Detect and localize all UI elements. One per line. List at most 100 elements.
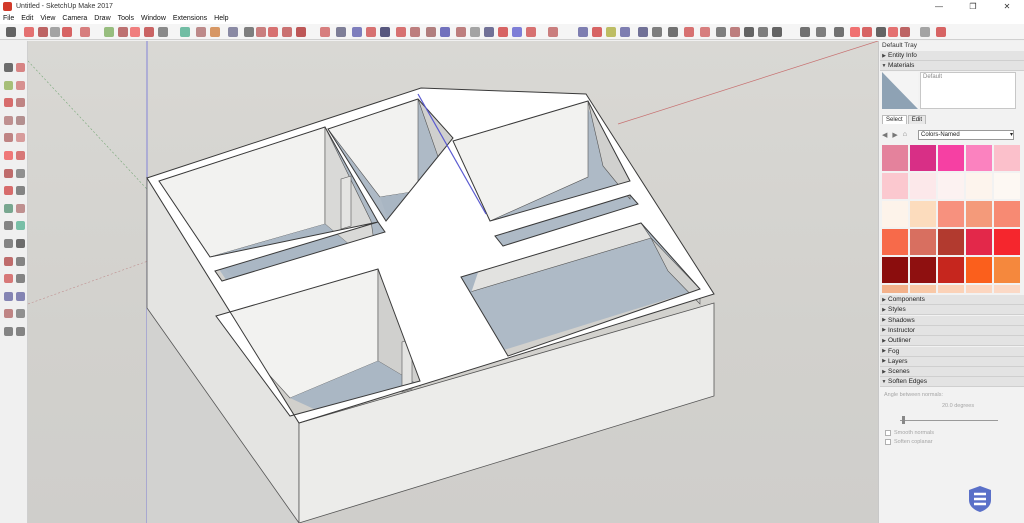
color-swatch[interactable]: [910, 173, 936, 199]
tool-icon[interactable]: [4, 327, 13, 336]
toolbar-tool-icon[interactable]: [800, 27, 810, 37]
tool-icon[interactable]: [4, 186, 13, 196]
color-swatch[interactable]: [966, 257, 992, 283]
toolbar-tool-icon[interactable]: [118, 27, 128, 37]
color-swatch[interactable]: [966, 285, 992, 293]
menu-edit[interactable]: Edit: [21, 15, 33, 22]
toolbar-tool-icon[interactable]: [684, 27, 694, 37]
panel-components[interactable]: ▶ Components: [880, 295, 1024, 305]
tool-icon[interactable]: [16, 203, 25, 213]
toolbar-tool-icon[interactable]: [834, 27, 844, 37]
tool-icon[interactable]: [16, 186, 25, 196]
tool-icon[interactable]: [16, 327, 25, 336]
soften-coplanar-checkbox[interactable]: [885, 439, 891, 445]
toolbar-tool-icon[interactable]: [180, 27, 190, 37]
menu-file[interactable]: File: [3, 15, 14, 22]
tab-edit[interactable]: Edit: [907, 115, 927, 124]
tool-icon[interactable]: [4, 256, 13, 266]
tool-icon[interactable]: [4, 80, 13, 90]
toolbar-tool-icon[interactable]: [244, 27, 254, 37]
toolbar-tool-icon[interactable]: [38, 27, 48, 37]
panel-soften-edges[interactable]: ▼ Soften Edges: [880, 377, 1024, 388]
toolbar-tool-icon[interactable]: [862, 27, 872, 37]
toolbar-tool-icon[interactable]: [512, 27, 522, 37]
back-arrow-icon[interactable]: ◀: [882, 131, 887, 139]
tool-icon[interactable]: [16, 98, 25, 108]
color-swatch[interactable]: [994, 201, 1020, 227]
minimize-button[interactable]: —: [922, 0, 956, 13]
toolbar-tool-icon[interactable]: [410, 27, 420, 37]
color-swatch[interactable]: [966, 173, 992, 199]
soften-angle-slider[interactable]: [900, 420, 998, 421]
toolbar-tool-icon[interactable]: [816, 27, 826, 37]
color-swatch[interactable]: [882, 285, 908, 293]
tool-icon[interactable]: [16, 256, 25, 266]
color-swatch[interactable]: [910, 201, 936, 227]
tab-select[interactable]: Select: [882, 115, 907, 124]
close-button[interactable]: ✕: [990, 0, 1024, 13]
tool-icon[interactable]: [16, 221, 25, 231]
tool-icon[interactable]: [4, 239, 13, 248]
tool-icon[interactable]: [4, 115, 13, 125]
color-swatch[interactable]: [994, 285, 1020, 293]
toolbar-tool-icon[interactable]: [296, 27, 306, 37]
toolbar-tool-icon[interactable]: [144, 27, 154, 37]
menu-extensions[interactable]: Extensions: [173, 15, 207, 22]
menu-tools[interactable]: Tools: [118, 15, 134, 22]
toolbar-tool-icon[interactable]: [700, 27, 710, 37]
tool-icon[interactable]: [16, 309, 25, 319]
model-viewport[interactable]: [28, 41, 878, 523]
color-swatch[interactable]: [966, 229, 992, 255]
tool-icon[interactable]: [4, 309, 13, 319]
tool-icon[interactable]: [16, 151, 25, 160]
toolbar-tool-icon[interactable]: [426, 27, 436, 37]
panel-outliner[interactable]: ▶ Outliner: [880, 336, 1024, 347]
toolbar-tool-icon[interactable]: [196, 27, 206, 37]
menu-help[interactable]: Help: [214, 15, 228, 22]
toolbar-tool-icon[interactable]: [606, 27, 616, 37]
menu-view[interactable]: View: [40, 15, 55, 22]
toolbar-tool-icon[interactable]: [256, 27, 266, 37]
color-swatch[interactable]: [966, 201, 992, 227]
toolbar-tool-icon[interactable]: [758, 27, 768, 37]
color-swatch[interactable]: [882, 145, 908, 171]
toolbar-tool-icon[interactable]: [920, 27, 930, 37]
color-swatch[interactable]: [938, 257, 964, 283]
panel-scenes[interactable]: ▶ Scenes: [880, 367, 1024, 378]
toolbar-tool-icon[interactable]: [888, 27, 898, 37]
toolbar-tool-icon[interactable]: [620, 27, 630, 37]
color-swatch[interactable]: [910, 145, 936, 171]
toolbar-tool-icon[interactable]: [396, 27, 406, 37]
toolbar-tool-icon[interactable]: [6, 27, 16, 37]
toolbar-tool-icon[interactable]: [526, 27, 536, 37]
tool-icon[interactable]: [16, 239, 25, 248]
toolbar-tool-icon[interactable]: [548, 27, 558, 37]
color-swatch[interactable]: [910, 229, 936, 255]
toolbar-tool-icon[interactable]: [282, 27, 292, 37]
toolbar-tool-icon[interactable]: [228, 27, 238, 37]
color-swatch[interactable]: [994, 145, 1020, 171]
color-swatch[interactable]: [882, 201, 908, 227]
color-swatch[interactable]: [938, 285, 964, 293]
color-swatch[interactable]: [994, 229, 1020, 255]
toolbar-tool-icon[interactable]: [456, 27, 466, 37]
toolbar-tool-icon[interactable]: [210, 27, 220, 37]
tool-icon[interactable]: [4, 133, 13, 143]
toolbar-tool-icon[interactable]: [50, 27, 60, 37]
toolbar-tool-icon[interactable]: [592, 27, 602, 37]
menu-draw[interactable]: Draw: [94, 15, 110, 22]
color-swatch[interactable]: [966, 145, 992, 171]
panel-styles[interactable]: ▶ Styles: [880, 305, 1024, 316]
color-swatch[interactable]: [882, 229, 908, 255]
color-swatch[interactable]: [882, 173, 908, 199]
toolbar-tool-icon[interactable]: [320, 27, 330, 37]
color-swatch[interactable]: [994, 173, 1020, 199]
tool-icon[interactable]: [4, 291, 13, 301]
toolbar-tool-icon[interactable]: [380, 27, 390, 37]
tool-icon[interactable]: [16, 80, 25, 90]
home-icon[interactable]: ⌂: [903, 131, 907, 138]
forward-arrow-icon[interactable]: ▶: [892, 131, 897, 139]
toolbar-tool-icon[interactable]: [730, 27, 740, 37]
color-swatch[interactable]: [910, 285, 936, 293]
maximize-button[interactable]: ❐: [956, 0, 990, 13]
